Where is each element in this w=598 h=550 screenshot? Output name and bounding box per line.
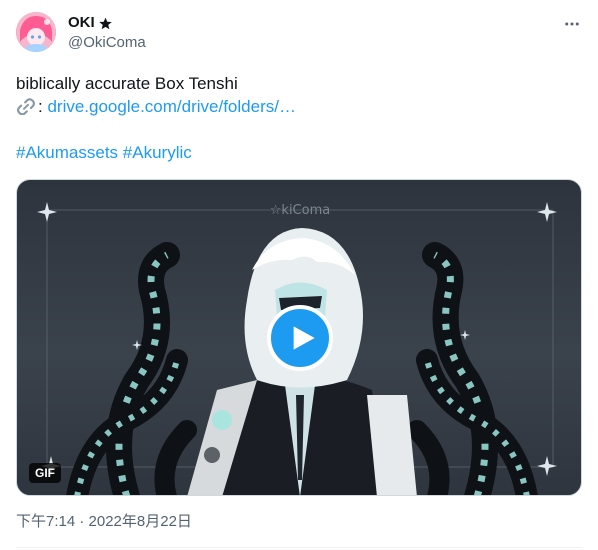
tweet: OKI @OkiComa biblically accurate Box Ten… [0,0,598,550]
author-handle[interactable]: @OkiComa [68,33,146,53]
author-name-row[interactable]: OKI [68,13,113,33]
media-gif[interactable]: ☆kiComa GIF [16,179,582,496]
tweet-text-main: biblically accurate Box Tenshi [16,74,238,93]
gif-watermark: ☆kiComa [270,203,330,218]
divider [16,547,582,548]
hashtag-akurylic[interactable]: #Akurylic [123,143,192,162]
play-icon [293,326,315,350]
link-icon [16,98,36,115]
avatar[interactable] [16,12,56,52]
gif-badge: GIF [29,463,61,483]
play-button[interactable] [267,305,333,371]
tweet-link-line: : drive.google.com/drive/folders/… [16,95,582,118]
hashtag-akumassets[interactable]: #Akumassets [16,143,118,162]
author-display-name[interactable]: OKI [68,13,95,33]
tweet-timestamp[interactable]: 下午7:14 · 2022年8月22日 [16,512,192,532]
drive-link[interactable]: drive.google.com/drive/folders/… [47,97,296,116]
hashtag-line: #Akumassets #Akurylic [16,141,582,164]
tweet-text-line: biblically accurate Box Tenshi [16,72,582,95]
more-options-button[interactable] [562,14,582,34]
star-icon [98,17,112,29]
more-horizontal-icon [565,22,579,26]
tweet-text: biblically accurate Box Tenshi : drive.g… [16,72,582,164]
